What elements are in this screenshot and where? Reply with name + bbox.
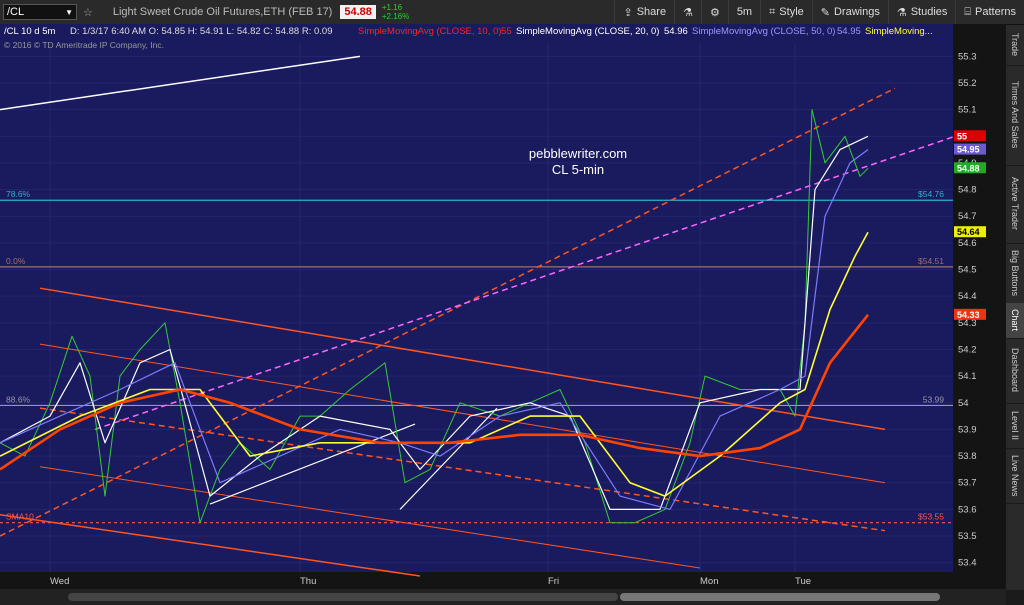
y-tick-label: 53.6 — [958, 504, 977, 515]
flask-button[interactable]: ⚗ — [674, 0, 701, 24]
share-icon: ⇪ — [623, 6, 633, 19]
net-change: +1.16 — [381, 3, 403, 12]
y-tick-label: 54.2 — [958, 344, 977, 355]
fib-label: 78.6% — [6, 189, 31, 199]
symbol-input[interactable]: /CL ▼ — [3, 4, 77, 20]
sidebar-tab-level-ii[interactable]: Level II — [1006, 403, 1024, 449]
watermark-line2: CL 5-min — [552, 162, 604, 177]
y-tick-label: 54.7 — [958, 211, 977, 222]
scrollbar[interactable] — [0, 589, 1006, 605]
y-tick-label: 55.3 — [958, 51, 977, 62]
plot-background — [0, 24, 953, 579]
patterns-button[interactable]: ⌸ Patterns — [955, 0, 1024, 24]
y-tick-label: 53.4 — [958, 558, 977, 569]
style-label: Style — [779, 6, 804, 18]
sma20-legend: SimpleMovingAvg (CLOSE, 20, 0) — [516, 26, 659, 37]
x-tick-label: Mon — [700, 576, 718, 587]
drawings-label: Drawings — [833, 6, 880, 18]
ohlc-readout: D: 1/3/17 6:40 AM O: 54.85 H: 54.91 L: 5… — [70, 26, 332, 37]
sma50-legend-value: 54.95 — [837, 26, 861, 37]
x-tick-label: Tue — [795, 576, 811, 587]
sma10-legend: SimpleMovingAvg (CLOSE, 10, 0) — [358, 26, 501, 37]
flask-icon: ⚗ — [683, 6, 693, 19]
sidebar-tab-big-buttons[interactable]: Big Buttons — [1006, 243, 1024, 304]
sma10-legend-value: 55 — [501, 26, 512, 37]
flask-icon: ⚗ — [896, 6, 907, 19]
style-icon: ⌗ — [769, 5, 776, 18]
sidebar-tab-trade[interactable]: Trade — [1006, 25, 1024, 66]
fib-price-label: $54.51 — [918, 256, 944, 266]
y-tick-label: 54 — [958, 398, 969, 409]
price-badge-label: 54.33 — [957, 310, 980, 320]
pct-change: +2.16% — [381, 12, 410, 21]
fib-label: 88.6% — [6, 394, 31, 404]
y-tick-label: 54.5 — [958, 265, 977, 276]
fib-price-label: $54.76 — [918, 189, 944, 199]
scroll-track[interactable] — [68, 593, 618, 601]
price-badge-label: 54.88 — [957, 163, 980, 173]
y-tick-label: 54.6 — [958, 238, 977, 249]
toolbar: /CL ▼ ☆ Light Sweet Crude Oil Futures,ET… — [0, 0, 1024, 25]
star-icon[interactable]: ☆ — [83, 6, 93, 19]
scroll-thumb[interactable] — [620, 593, 940, 601]
right-sidebar: Trade Times And Sales Active Trader Big But… — [1006, 25, 1024, 590]
studies-button[interactable]: ⚗ Studies — [887, 0, 956, 24]
sidebar-tab-chart[interactable]: Chart — [1006, 303, 1024, 339]
instrument-description: Light Sweet Crude Oil Futures,ETH (FEB 1… — [112, 6, 333, 18]
x-tick-label: Fri — [548, 576, 559, 587]
share-label: Share — [636, 6, 667, 18]
sma20-legend-value: 54.96 — [664, 26, 688, 37]
sidebar-tab-live-news[interactable]: Live News — [1006, 448, 1024, 504]
share-button[interactable]: ⇪ Share — [614, 0, 674, 24]
settings-button[interactable]: ⚙ — [700, 0, 728, 24]
price-badge-label: 55 — [957, 131, 967, 141]
y-tick-label: 53.9 — [958, 424, 977, 435]
price-badge-label: 54.64 — [957, 227, 980, 237]
studies-label: Studies — [910, 6, 948, 18]
y-tick-label: 53.5 — [958, 531, 977, 542]
fib-price-label: 53.99 — [923, 394, 945, 404]
price-chart[interactable]: 78.6% $54.760.0% $54.5188.6% 53.99SMA10 $53.… — [0, 24, 1006, 589]
sidebar-tab-times-and-sales[interactable]: Times And Sales — [1006, 65, 1024, 166]
fib-label: 0.0% — [6, 256, 26, 266]
y-tick-label: 55.2 — [958, 78, 977, 89]
x-tick-label: Wed — [50, 576, 69, 587]
y-tick-label: 54.8 — [958, 185, 977, 196]
x-tick-label: Thu — [300, 576, 316, 587]
symbol-text: /CL — [7, 6, 25, 18]
pencil-icon: ✎ — [820, 6, 830, 19]
timeframe-button[interactable]: 5m — [727, 0, 760, 24]
patterns-icon: ⌸ — [964, 5, 972, 18]
change-block: +1.16 +2.16% — [382, 3, 409, 21]
watermark-line1: pebblewriter.com — [529, 146, 627, 161]
style-button[interactable]: ⌗ Style — [760, 0, 812, 24]
patterns-label: Patterns — [975, 6, 1016, 18]
gear-icon: ⚙ — [709, 6, 720, 19]
sidebar-tab-dashboard[interactable]: Dashboard — [1006, 338, 1024, 404]
drawings-button[interactable]: ✎ Drawings — [811, 0, 888, 24]
y-tick-label: 54.4 — [958, 291, 977, 302]
y-tick-label: 53.8 — [958, 451, 977, 462]
sma-more-legend: SimpleMoving... — [865, 26, 933, 37]
y-tick-label: 54.1 — [958, 371, 977, 382]
timeframe-label: 5m — [736, 6, 753, 18]
y-tick-label: 55.1 — [958, 105, 977, 116]
chevron-down-icon[interactable]: ▼ — [65, 8, 73, 17]
copyright: © 2016 © TD Ameritrade IP Company, Inc. — [4, 40, 164, 50]
sma50-legend: SimpleMovingAvg (CLOSE, 50, 0) — [692, 26, 835, 37]
fib-price-label: $53.55 — [918, 512, 944, 522]
sidebar-tab-active-trader[interactable]: Active Trader — [1006, 165, 1024, 244]
price-badge-label: 54.95 — [957, 145, 980, 155]
last-price-badge: 54.88 — [340, 5, 376, 19]
chart-header: /CL 10 d 5m — [4, 26, 55, 37]
y-tick-label: 53.7 — [958, 478, 977, 489]
